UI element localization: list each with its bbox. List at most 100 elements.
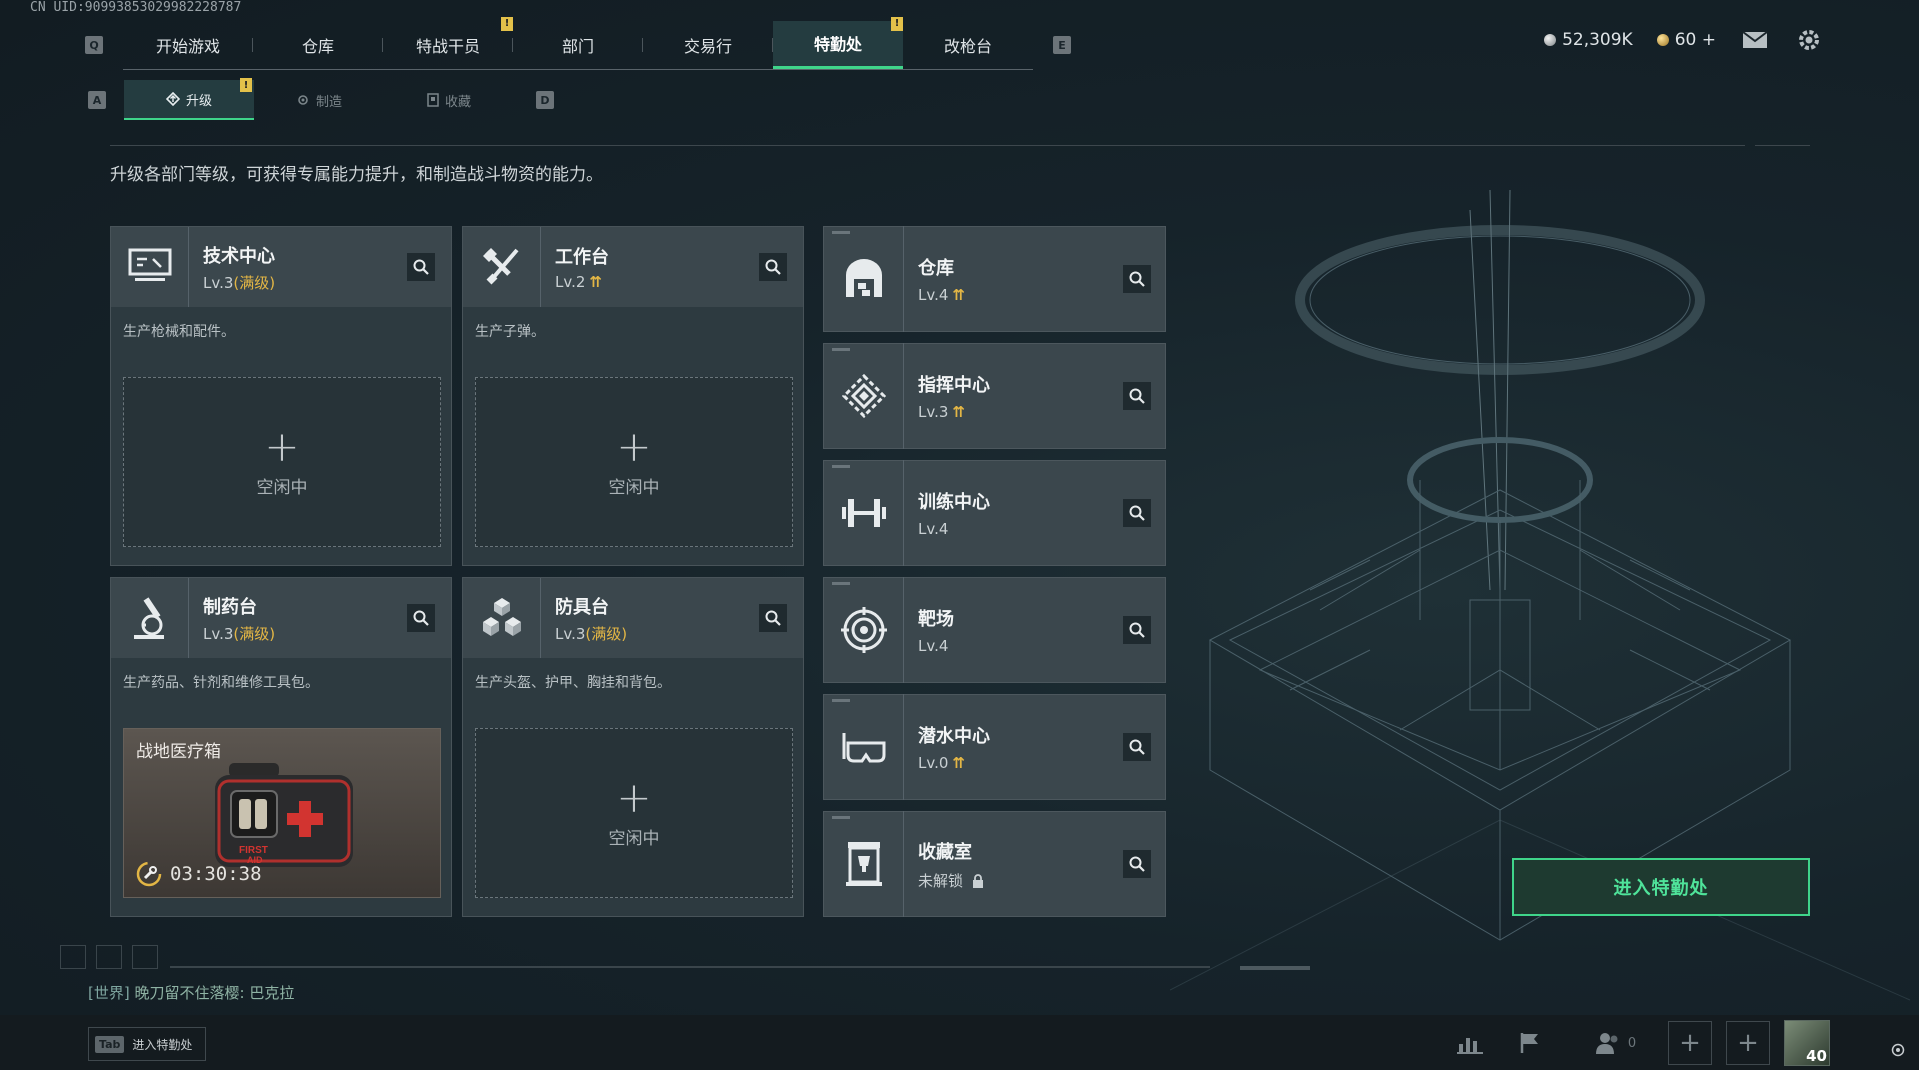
silver-coin-icon [1544,34,1557,46]
department-card-command-center[interactable]: 指挥中心 Lv.3 ⇈ [823,343,1166,449]
network-status[interactable] [1888,1040,1908,1060]
inspect-button[interactable] [1123,733,1151,761]
lock-icon [972,873,983,888]
search-icon [413,259,429,275]
friends-button[interactable]: 0 [1585,1020,1645,1066]
tab-operators[interactable]: 特战干员! [383,16,513,69]
search-icon [1129,505,1145,521]
inspect-button[interactable] [1123,265,1151,293]
chat-tab-placeholder[interactable] [132,945,158,969]
bar-chart-icon [1457,1038,1483,1054]
department-card-workbench[interactable]: 工作台 Lv.2 ⇈ 生产子弹。 + 空闲中 [462,226,804,566]
department-card-shooting-range[interactable]: 靶场 Lv.4 [823,577,1166,683]
collection-icon [427,93,439,107]
friends-count: 0 [1627,1035,1637,1051]
tab-special-ops[interactable]: 特勤处! [773,16,903,69]
player-avatar[interactable]: 40 [1784,1020,1830,1066]
subtab-upgrade[interactable]: 升级 ! [124,78,254,120]
department-card-collection-room[interactable]: 收藏室 未解锁 [823,811,1166,917]
tab-gunsmith[interactable]: 改枪台 [903,21,1033,69]
department-card-warehouse[interactable]: 仓库 Lv.4 ⇈ [823,226,1166,332]
department-level: Lv.4 ⇈ [918,286,965,304]
enter-special-ops-button[interactable]: 进入特勤处 [1512,858,1810,916]
level-value: Lv.3 [203,624,234,643]
tab-key: Tab [95,1035,125,1053]
department-card-pharmacy[interactable]: 制药台 Lv.3(满级) 生产药品、针剂和维修工具包。 战地医疗箱 FIRST … [110,577,452,917]
divider [170,966,1210,968]
inspect-button[interactable] [759,604,787,632]
gold-amount: 60 [1674,30,1697,50]
chat-tab-placeholder[interactable] [96,945,122,969]
chat-text: 晚刀留不住落樱: 巴克拉 [134,984,295,1002]
monitor-icon [111,227,189,307]
chat-tab-placeholder[interactable] [60,945,86,969]
flag-button[interactable] [1510,1020,1550,1066]
department-card-training-center[interactable]: 训练中心 Lv.4 [823,460,1166,566]
slot-status: 空闲中 [608,828,660,849]
level-value: Lv.3 [555,624,586,643]
department-name: 工作台 [555,247,609,268]
divider [110,145,1745,146]
gold-coin-icon [1656,34,1669,46]
department-description: 生产子弹。 [475,324,545,340]
subtab-craft-label: 制造 [315,94,342,110]
chat-message[interactable]: [世界] 晚刀留不住落樱: 巴克拉 [88,982,294,1003]
silver-currency[interactable]: 52,309K [1544,30,1633,50]
player-level: 40 [1806,1047,1827,1065]
inspect-button[interactable] [759,253,787,281]
department-description: 生产药品、针剂和维修工具包。 [123,675,319,691]
inspect-button[interactable] [1123,499,1151,527]
department-name: 收藏室 [918,841,972,863]
inspect-button[interactable] [1123,850,1151,878]
search-icon [1129,856,1145,872]
tab-warehouse[interactable]: 仓库 [253,21,383,69]
department-level: Lv.3(满级) [203,623,275,644]
add-squad-slot-button[interactable]: + [1726,1020,1770,1066]
inspect-button[interactable] [407,253,435,281]
craft-timer: 03:30:38 [136,861,262,887]
gold-currency[interactable]: 60 + [1656,30,1716,50]
target-icon [824,577,904,683]
mail-button[interactable] [1740,28,1770,52]
tab-departments[interactable]: 部门 [513,21,643,69]
settings-button[interactable] [1794,28,1824,52]
production-slot-idle[interactable]: + 空闲中 [123,377,441,547]
inspect-button[interactable] [1123,616,1151,644]
production-slot-idle[interactable]: + 空闲中 [475,377,793,547]
department-level: 未解锁 [918,870,984,891]
max-level-badge: (满级) [233,273,276,292]
department-card-tech-center[interactable]: 技术中心 Lv.3(满级) 生产枪械和配件。 + 空闲中 [110,226,452,566]
department-level: Lv.3 ⇈ [918,403,990,421]
tab-special-ops-label: 特勤处 [813,35,862,54]
tab-shortcut-label: 进入特勤处 [132,1037,193,1052]
nav-left-key-hint: Q [85,36,103,54]
tab-trading[interactable]: 交易行 [643,21,773,69]
card-corner-mark [832,348,850,351]
department-card-diving-center[interactable]: 潜水中心 Lv.0 ⇈ [823,694,1166,800]
level-value: Lv.3 [918,403,949,421]
production-slot-idle[interactable]: + 空闲中 [475,728,793,898]
tab-start-game[interactable]: 开始游戏 [123,21,253,69]
search-icon [413,610,429,626]
add-squad-slot-button[interactable]: + [1668,1020,1712,1066]
mail-icon [1742,31,1768,48]
inspect-button[interactable] [1123,382,1151,410]
department-card-armor-bench[interactable]: 防具台 Lv.3(满级) 生产头盔、护甲、胸挂和背包。 + 空闲中 [462,577,804,917]
subtab-craft[interactable]: 制造 [254,80,384,120]
subnav-left-key-hint: A [88,91,106,109]
tab-shortcut-hint[interactable]: Tab 进入特勤处 [88,1027,206,1061]
plus-icon: + [616,421,652,471]
production-slot-active[interactable]: 战地医疗箱 FIRST AID 03:30:38 [123,728,441,898]
notification-badge: ! [501,16,513,31]
gold-add-icon: + [1701,30,1716,50]
subtab-upgrade-label: 升级 [185,93,212,109]
dumbbell-icon [824,460,904,566]
department-name: 仓库 [918,258,954,279]
tab-operators-label: 特战干员 [415,36,480,56]
sub-tabs: 升级 ! 制造 收藏 [124,78,514,120]
department-description: 生产头盔、护甲、胸挂和背包。 [475,675,671,691]
stats-button[interactable] [1450,1020,1490,1066]
plus-icon: + [264,421,300,471]
inspect-button[interactable] [407,604,435,632]
subtab-collection[interactable]: 收藏 [384,80,514,120]
